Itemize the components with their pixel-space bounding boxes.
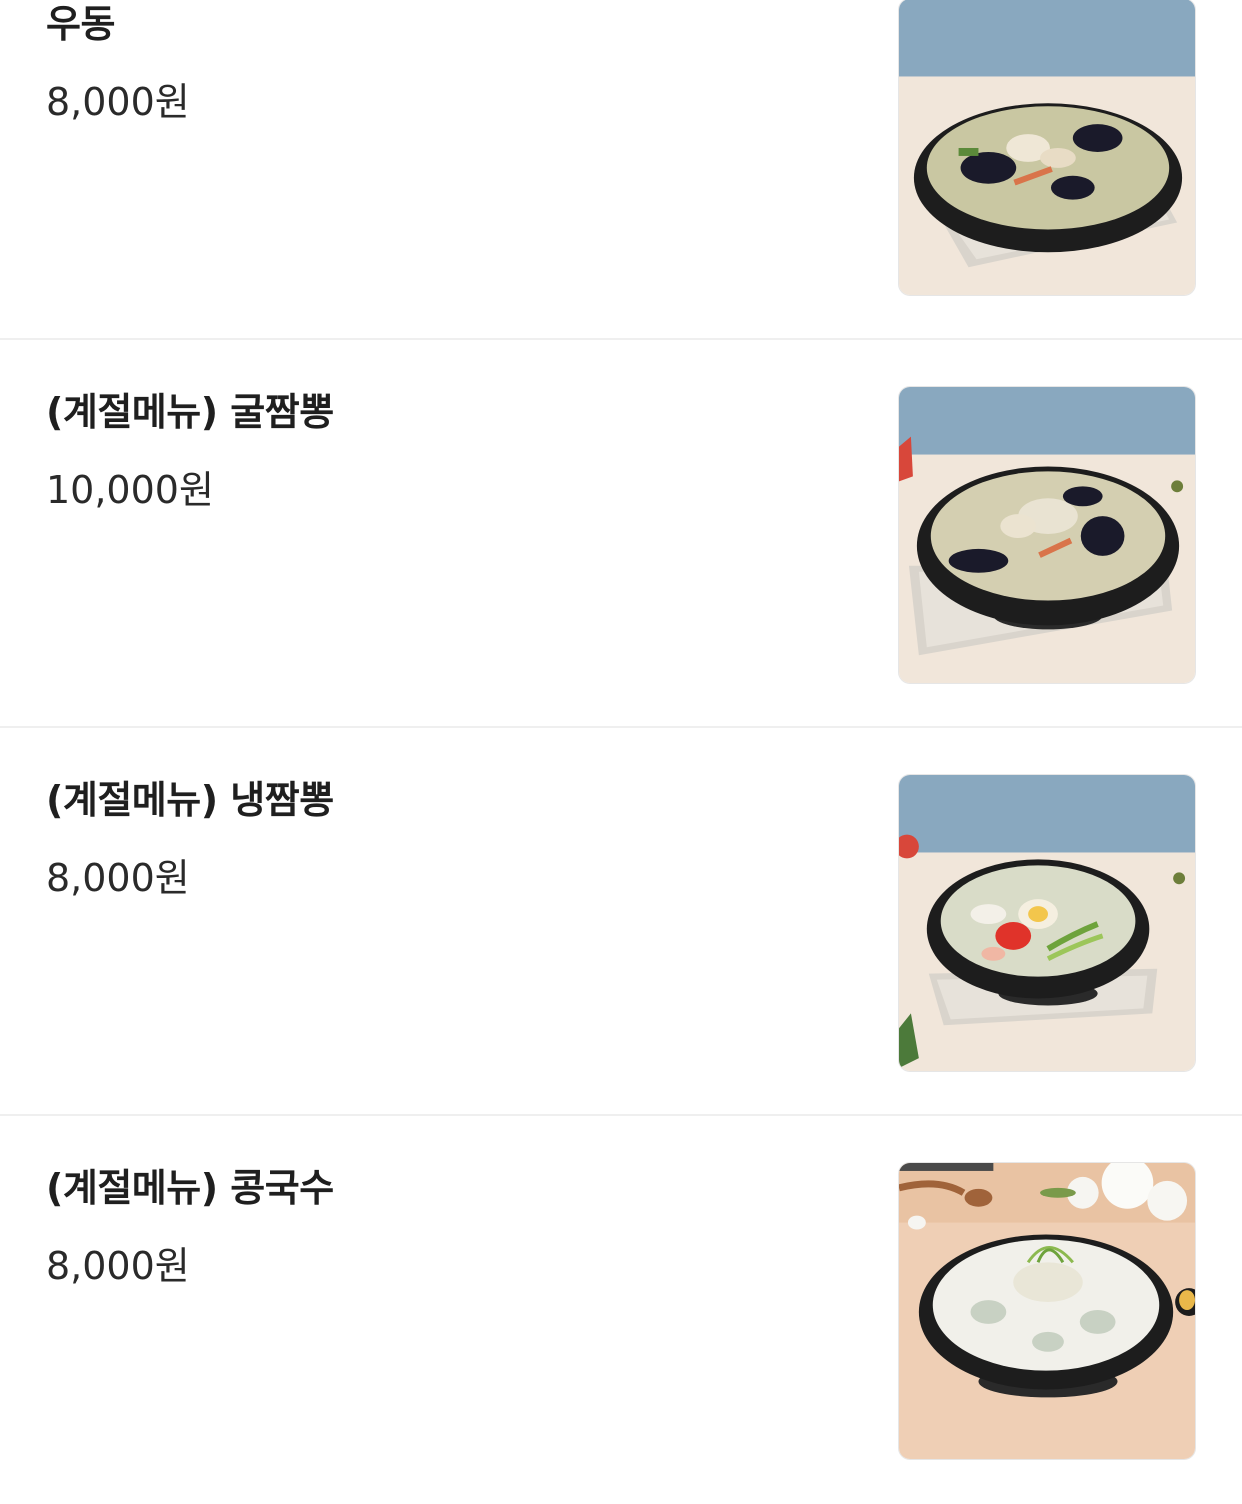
menu-item-text: (계절메뉴) 콩국수 8,000원 [46, 1162, 862, 1292]
menu-item-cold-jjamppong[interactable]: (계절메뉴) 냉짬뽕 8,000원 [0, 728, 1242, 1116]
menu-item-price: 8,000원 [46, 856, 190, 900]
menu-item-oyster-jjamppong[interactable]: (계절메뉴) 굴짬뽕 10,000원 [0, 340, 1242, 728]
menu-item-text: (계절메뉴) 굴짬뽕 10,000원 [46, 386, 862, 516]
menu-item-price: 8,000원 [46, 1244, 190, 1288]
udon-photo [899, 0, 1195, 295]
menu-item-photo[interactable] [898, 1162, 1196, 1460]
menu-item-name: (계절메뉴) 콩국수 [46, 1166, 334, 1210]
menu-item-name: 우동 [46, 2, 115, 46]
kongguksu-photo [899, 1163, 1195, 1459]
cold-jjamppong-photo [899, 775, 1195, 1071]
menu-item-name: (계절메뉴) 냉짬뽕 [46, 778, 334, 822]
menu-item-name: (계절메뉴) 굴짬뽕 [46, 390, 334, 434]
menu-item-kongguksu[interactable]: (계절메뉴) 콩국수 8,000원 [0, 1116, 1242, 1504]
menu-item-udon[interactable]: 우동 8,000원 [0, 0, 1242, 340]
menu-item-photo[interactable] [898, 774, 1196, 1072]
menu-item-photo[interactable] [898, 0, 1196, 296]
menu-item-text: 우동 8,000원 [46, 0, 862, 128]
oyster-jjamppong-photo [899, 387, 1195, 683]
menu-item-price: 10,000원 [46, 468, 214, 512]
menu-list: 우동 8,000원 (계절메뉴) 굴짬뽕 10,000원 (계절메뉴) 냉짬뽕 … [0, 0, 1242, 1504]
menu-item-price: 8,000원 [46, 80, 190, 124]
menu-item-text: (계절메뉴) 냉짬뽕 8,000원 [46, 774, 862, 904]
menu-item-photo[interactable] [898, 386, 1196, 684]
